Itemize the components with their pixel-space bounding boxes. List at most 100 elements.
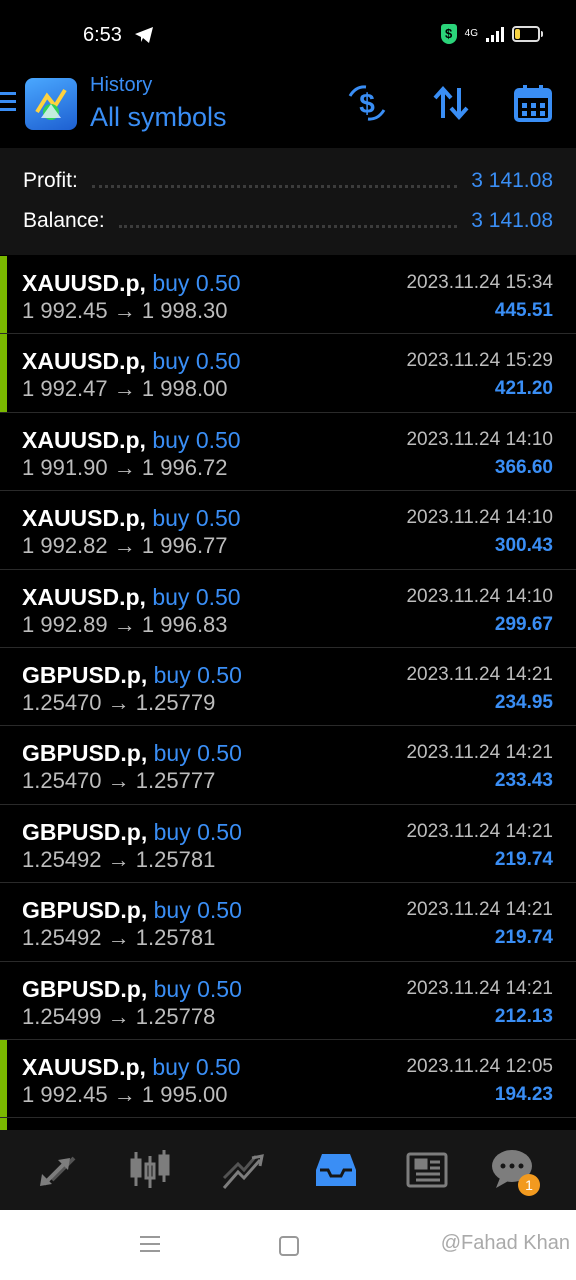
trade-icon[interactable] xyxy=(220,1148,268,1192)
arrow-icon: → xyxy=(107,846,130,872)
trade-symbol: GBPUSD.p, xyxy=(22,897,148,924)
trade-profit: 219.74 xyxy=(494,848,553,870)
arrow-icon: → xyxy=(107,768,130,794)
balance-label: Balance: xyxy=(23,209,105,232)
open-price: 1 992.45 xyxy=(22,298,108,323)
trade-row[interactable]: GBPUSD.p, buy 0.50 1.25492 → 1.25781 2023.… xyxy=(0,883,576,962)
recent-apps-button[interactable] xyxy=(140,1236,160,1257)
watermark: @Fahad Khan xyxy=(440,1232,570,1254)
header-subtitle: History xyxy=(90,74,153,96)
status-icons: $ 4G xyxy=(440,24,543,44)
trade-time: 2023.11.24 14:10 xyxy=(406,585,553,607)
calendar-icon[interactable] xyxy=(512,82,554,124)
close-price: 1.25777 xyxy=(135,768,216,794)
trade-profit: 421.20 xyxy=(494,378,553,400)
trade-direction: buy 0.50 xyxy=(152,583,241,610)
trade-direction: buy 0.50 xyxy=(153,740,242,767)
open-price: 1 992.45 xyxy=(22,1081,108,1107)
position-marker xyxy=(0,1039,7,1118)
trade-row[interactable]: XAUUSD.p, buy 0.50 1 992.89 → 1 996.83 202… xyxy=(0,570,576,648)
home-button[interactable] xyxy=(279,1236,299,1256)
chart-icon[interactable] xyxy=(128,1148,176,1192)
trade-row[interactable]: XAUUSD.p, buy 0.50 1 992.45 → 1 998.30 202… xyxy=(0,256,576,335)
trade-profit: 300.43 xyxy=(494,535,553,557)
position-marker xyxy=(0,334,7,412)
close-price: 1.25781 xyxy=(135,925,216,951)
balance-value: 3 141.08 xyxy=(471,209,553,232)
arrow-icon: → xyxy=(113,533,136,559)
trade-symbol: GBPUSD.p, xyxy=(22,818,148,845)
trade-direction: buy 0.50 xyxy=(152,426,241,453)
trade-time: 2023.11.24 15:34 xyxy=(406,272,553,293)
profit-row: Profit: 3 141.08 xyxy=(23,166,553,196)
sort-icon[interactable] xyxy=(430,82,472,124)
trade-profit: 445.51 xyxy=(494,300,553,321)
arrow-icon: → xyxy=(113,454,136,480)
trade-symbol: XAUUSD.p, xyxy=(22,348,146,375)
trade-row[interactable]: GBPUSD.p, buy 0.50 1.25470 → 1.25777 2023.… xyxy=(0,726,576,805)
trade-profit: 366.60 xyxy=(494,456,553,478)
shield-icon: $ xyxy=(440,24,457,44)
arrow-icon: → xyxy=(107,1003,130,1029)
arrow-icon: → xyxy=(107,925,130,951)
position-marker xyxy=(0,256,7,334)
profit-label: Profit: xyxy=(23,169,78,192)
trade-row[interactable]: XAUUSD.p, buy 0.50 1 992.82 → 1 996.77 202… xyxy=(0,491,576,570)
network-type: 4G xyxy=(464,28,478,39)
arrow-icon: → xyxy=(113,298,136,323)
open-price: 1.25470 xyxy=(22,689,102,715)
trade-time: 2023.11.24 14:21 xyxy=(406,977,553,999)
open-price: 1 992.89 xyxy=(22,611,108,637)
quotes-icon[interactable] xyxy=(36,1148,84,1192)
deposit-icon[interactable]: $ xyxy=(346,82,388,124)
history-icon[interactable] xyxy=(312,1148,360,1192)
trade-profit: 194.23 xyxy=(494,1083,553,1105)
header-title[interactable]: All symbols xyxy=(90,102,227,133)
svg-text:$: $ xyxy=(359,88,375,119)
trade-row[interactable]: GBPUSD.p, buy 0.50 1.25499 → 1.25778 2023.… xyxy=(0,962,576,1040)
trade-direction: buy 0.50 xyxy=(153,975,242,1002)
trade-time: 2023.11.24 14:10 xyxy=(406,507,553,529)
battery-icon xyxy=(512,26,543,42)
status-time: 6:53 xyxy=(83,24,122,46)
trade-profit: 219.74 xyxy=(494,927,553,949)
trade-list[interactable]: XAUUSD.p, buy 0.50 1 992.45 → 1 998.30 202… xyxy=(0,256,576,1130)
trade-direction: buy 0.50 xyxy=(152,1053,241,1080)
metatrader-logo xyxy=(25,78,77,130)
open-price: 1.25492 xyxy=(22,846,102,872)
arrow-icon: → xyxy=(113,611,136,637)
trade-time: 2023.11.24 14:21 xyxy=(406,820,553,842)
position-marker xyxy=(0,1118,7,1130)
dot-leader xyxy=(118,223,458,228)
close-price: 1.25781 xyxy=(135,846,216,872)
trade-row[interactable]: XAUUSD.p, buy 0.50 1 992.47 → 1 998.00 202… xyxy=(0,334,576,413)
menu-icon[interactable] xyxy=(0,92,16,116)
trade-row[interactable]: XAUUSD.p, buy 0.50 1 992.45 → 1 995.00 202… xyxy=(0,1039,576,1119)
trade-symbol: XAUUSD.p, xyxy=(22,1053,146,1080)
close-price: 1 996.72 xyxy=(141,454,228,480)
trade-row[interactable]: GBPUSD.p, buy 0.50 1.25492 → 1.25781 2023.… xyxy=(0,805,576,884)
trade-direction: buy 0.50 xyxy=(152,270,241,296)
telegram-icon xyxy=(134,26,154,49)
chat-icon[interactable]: 1 xyxy=(490,1148,540,1196)
close-price: 1 996.77 xyxy=(141,533,228,559)
system-nav-bar: @Fahad Khan xyxy=(0,1210,576,1280)
trade-profit: 234.95 xyxy=(494,691,553,713)
trade-row-partial[interactable] xyxy=(0,1118,576,1130)
trade-profit: 299.67 xyxy=(494,613,553,635)
trade-row[interactable]: GBPUSD.p, buy 0.50 1.25470 → 1.25779 2023.… xyxy=(0,648,576,727)
trade-direction: buy 0.50 xyxy=(153,661,242,688)
close-price: 1 996.83 xyxy=(141,611,228,637)
close-price: 1.25778 xyxy=(135,1003,216,1029)
open-price: 1.25499 xyxy=(22,1003,102,1029)
trade-time: 2023.11.24 14:21 xyxy=(406,899,553,921)
trade-direction: buy 0.50 xyxy=(153,897,242,924)
news-icon[interactable] xyxy=(404,1148,452,1192)
trade-row[interactable]: XAUUSD.p, buy 0.50 1 991.90 → 1 996.72 202… xyxy=(0,413,576,492)
trade-symbol: GBPUSD.p, xyxy=(22,740,148,767)
trade-symbol: GBPUSD.p, xyxy=(22,661,148,688)
app-header: History All symbols $ xyxy=(0,70,576,148)
chat-badge: 1 xyxy=(518,1174,540,1196)
arrow-icon: → xyxy=(113,376,136,402)
trade-symbol: XAUUSD.p, xyxy=(22,270,146,296)
